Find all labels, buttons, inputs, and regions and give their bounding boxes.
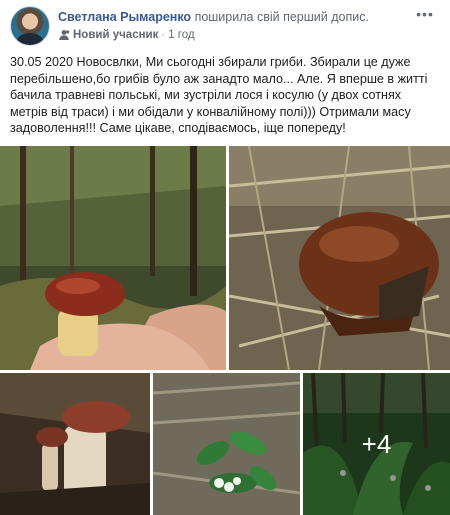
avatar[interactable]	[10, 6, 50, 46]
post-body-text: 30.05 2020 Новосвлки, Ми сьогодні збирал…	[10, 55, 428, 135]
post-meta: Новий учасник · 1 год	[58, 29, 195, 41]
author-name-link[interactable]: Светлана Рымаренко	[58, 10, 191, 24]
post-timestamp[interactable]: 1 год	[168, 29, 194, 41]
feed-post: Светлана Рымаренко поширила свій перший …	[0, 0, 450, 515]
author-line: Светлана Рымаренко поширила свій перший …	[58, 10, 369, 24]
photo-mushroom-closeup[interactable]	[229, 146, 450, 370]
ellipsis-icon[interactable]: •••	[414, 7, 436, 22]
author-action-text: поширила свій перший допис.	[194, 10, 369, 24]
new-member-icon	[58, 29, 70, 41]
photo-mushroom-in-hand[interactable]	[0, 146, 226, 370]
photo-two-mushrooms[interactable]	[0, 373, 150, 515]
post-header: Светлана Рымаренко поширила свій перший …	[10, 6, 440, 46]
photo-more-gallery[interactable]: +4	[303, 373, 450, 515]
photo-lily-of-the-valley[interactable]	[153, 373, 300, 515]
meta-separator: ·	[161, 29, 166, 41]
new-member-badge: Новий учасник	[73, 29, 159, 41]
more-photos-overlay[interactable]: +4	[303, 373, 450, 515]
